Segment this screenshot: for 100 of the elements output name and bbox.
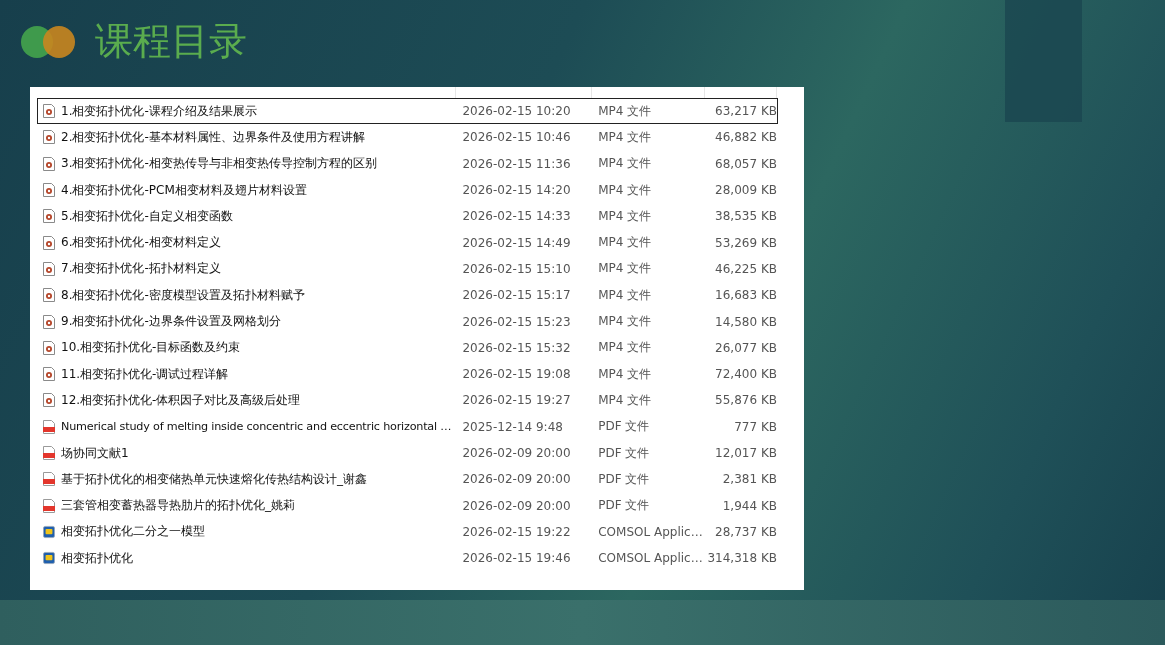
file-type: MP4 文件 xyxy=(597,365,653,383)
modified-date: 2026-02-09 20:00 xyxy=(461,498,572,513)
file-type: MP4 文件 xyxy=(597,128,653,146)
file-type: MP4 文件 xyxy=(597,313,653,330)
file-type: MP4 文件 xyxy=(597,339,653,357)
file-row[interactable]: 8.相变拓扑优化-密度模型设置及拓扑材料赋予 2026-02-15 15:17 MP4 文件 16,683 KB xyxy=(37,282,778,309)
file-name: 3.相变拓扑优化-相变热传导与非相变热传导控制方程的区别 xyxy=(61,155,377,173)
modified-date: 2026-02-15 19:08 xyxy=(461,367,572,382)
file-type: MP4 文件 xyxy=(597,260,653,278)
video-file-icon xyxy=(43,367,55,382)
video-file-icon xyxy=(43,183,55,198)
file-size: 12,017 KB xyxy=(714,446,777,460)
file-size: 46,882 KB xyxy=(714,130,777,145)
video-file-icon xyxy=(43,340,55,355)
file-name: 相变拓扑优化 xyxy=(61,549,133,567)
file-name: 9.相变拓扑优化-边界条件设置及网格划分 xyxy=(61,313,281,330)
video-file-icon xyxy=(43,261,55,276)
file-row[interactable]: 10.相变拓扑优化-目标函数及约束 2026-02-15 15:32 MP4 文件 26,077 KB xyxy=(37,334,778,361)
pdf-file-icon xyxy=(43,446,55,460)
file-row[interactable]: 基于拓扑优化的相变储热单元快速熔化传热结构设计_谢鑫 2026-02-09 20:00 PDF 文件 2,381 KB xyxy=(37,466,778,493)
file-type: PDF 文件 xyxy=(597,470,651,488)
modified-date: 2026-02-15 19:22 xyxy=(461,524,572,539)
file-type: PDF 文件 xyxy=(597,418,651,436)
file-row[interactable]: 4.相变拓扑优化-PCM相变材料及翅片材料设置 2026-02-15 14:20 MP4 文件 28,009 KB xyxy=(37,176,778,204)
application-file-icon xyxy=(43,524,55,539)
file-size: 14,580 KB xyxy=(714,314,777,329)
file-name: Numerical study of melting inside concentric and eccentric horizontal … xyxy=(61,420,452,434)
file-type: MP4 文件 xyxy=(597,286,653,304)
file-size: 28,737 KB xyxy=(714,524,777,539)
file-size: 2,381 KB xyxy=(721,472,777,487)
file-size: 72,400 KB xyxy=(714,367,777,382)
modified-date: 2026-02-15 10:46 xyxy=(461,130,572,145)
file-name: 11.相变拓扑优化-调试过程详解 xyxy=(61,365,229,383)
file-name: 10.相变拓扑优化-目标函数及约束 xyxy=(61,339,241,357)
file-type: PDF 文件 xyxy=(597,497,651,515)
file-size: 1,944 KB xyxy=(721,498,777,513)
file-name: 5.相变拓扑优化-自定义相变函数 xyxy=(61,207,233,225)
slide-title: 课程目录 xyxy=(95,18,247,65)
pdf-file-icon xyxy=(43,472,55,487)
file-type: MP4 文件 xyxy=(597,181,653,199)
file-size: 53,269 KB xyxy=(714,235,777,250)
modified-date: 2026-02-15 15:10 xyxy=(461,261,572,276)
file-size: 68,057 KB xyxy=(714,156,777,171)
file-name: 8.相变拓扑优化-密度模型设置及拓扑材料赋予 xyxy=(61,286,305,304)
file-row[interactable]: 1.相变拓扑优化-课程介绍及结果展示 2026-02-15 10:20 MP4 文件 63,217 KB xyxy=(37,98,778,125)
modified-date: 2026-02-15 14:33 xyxy=(461,209,572,224)
video-file-icon xyxy=(43,235,55,250)
modified-date: 2026-02-09 20:00 xyxy=(461,472,572,487)
file-name: 2.相变拓扑优化-基本材料属性、边界条件及使用方程讲解 xyxy=(61,128,365,146)
modified-date: 2026-02-15 15:23 xyxy=(461,314,572,329)
file-name: 12.相变拓扑优化-体积因子对比及高级后处理 xyxy=(61,391,301,409)
file-type: MP4 文件 xyxy=(597,234,653,252)
file-size: 55,876 KB xyxy=(714,393,777,408)
file-type: PDF 文件 xyxy=(597,444,651,462)
file-row[interactable]: 5.相变拓扑优化-自定义相变函数 2026-02-15 14:33 MP4 文件 38,535 KB xyxy=(37,203,778,230)
file-size: 63,217 KB xyxy=(714,104,777,119)
modified-date: 2026-02-15 10:20 xyxy=(461,104,572,119)
file-name: 三套管相变蓄热器导热肋片的拓扑优化_姚莉 xyxy=(61,497,295,515)
file-type: COMSOL Applic… xyxy=(597,551,704,566)
file-name: 4.相变拓扑优化-PCM相变材料及翅片材料设置 xyxy=(61,181,307,199)
file-row[interactable]: 11.相变拓扑优化-调试过程详解 2026-02-15 19:08 MP4 文件 72,400 KB xyxy=(37,360,778,388)
file-row[interactable]: 3.相变拓扑优化-相变热传导与非相变热传导控制方程的区别 2026-02-15 11:36 MP4 文件 68,057 KB xyxy=(37,150,778,177)
file-name: 场协同文献1 xyxy=(61,444,129,462)
file-type: MP4 文件 xyxy=(597,155,653,173)
file-row[interactable]: 2.相变拓扑优化-基本材料属性、边界条件及使用方程讲解 2026-02-15 10:46 MP4 文件 46,882 KB xyxy=(37,124,778,151)
file-size: 28,009 KB xyxy=(714,183,777,198)
application-file-icon xyxy=(43,551,55,566)
file-row[interactable]: 7.相变拓扑优化-拓扑材料定义 2026-02-15 15:10 MP4 文件 46,225 KB xyxy=(37,255,778,283)
video-file-icon xyxy=(43,288,55,303)
modified-date: 2026-02-15 15:17 xyxy=(461,288,572,303)
modified-date: 2026-02-15 11:36 xyxy=(461,156,572,171)
video-file-icon xyxy=(43,393,55,408)
file-size: 16,683 KB xyxy=(714,288,777,303)
file-row[interactable]: 9.相变拓扑优化-边界条件设置及网格划分 2026-02-15 15:23 MP4 文件 14,580 KB xyxy=(37,308,778,335)
file-size: 46,225 KB xyxy=(714,261,777,276)
file-row[interactable]: 12.相变拓扑优化-体积因子对比及高级后处理 2026-02-15 19:27 MP4 文件 55,876 KB xyxy=(37,387,778,414)
file-type: MP4 文件 xyxy=(597,391,653,409)
modified-date: 2026-02-15 14:20 xyxy=(461,183,572,198)
file-type: MP4 文件 xyxy=(597,102,653,120)
modified-date: 2026-02-09 20:00 xyxy=(461,446,572,460)
file-row[interactable]: 6.相变拓扑优化-相变材料定义 2026-02-15 14:49 MP4 文件 53,269 KB xyxy=(37,229,778,256)
video-file-icon xyxy=(43,130,55,145)
modified-date: 2025-12-14 9:48 xyxy=(461,419,564,434)
modified-date: 2026-02-15 19:46 xyxy=(461,551,572,566)
modified-date: 2026-02-15 15:32 xyxy=(461,340,572,355)
file-size: 38,535 KB xyxy=(714,209,777,224)
file-type: COMSOL Applic… xyxy=(597,524,704,539)
file-name: 6.相变拓扑优化-相变材料定义 xyxy=(61,234,221,252)
file-name: 1.相变拓扑优化-课程介绍及结果展示 xyxy=(61,102,257,120)
file-name: 相变拓扑优化二分之一模型 xyxy=(61,523,205,541)
video-file-icon xyxy=(43,104,55,119)
file-row[interactable]: 相变拓扑优化二分之一模型 2026-02-15 19:22 COMSOL Applic… 28,737 KB xyxy=(37,518,778,546)
file-row[interactable]: 三套管相变蓄热器导热肋片的拓扑优化_姚莉 2026-02-09 20:00 PDF 文件 1,944 KB xyxy=(37,492,778,519)
file-row[interactable]: Numerical study of melting inside concentric and eccentric horizontal … 2025-12-14 9:48 PDF 文件 777 KB xyxy=(37,413,778,440)
file-size: 26,077 KB xyxy=(714,340,777,355)
file-row[interactable]: 相变拓扑优化 2026-02-15 19:46 COMSOL Applic… 314,318 KB xyxy=(37,545,778,572)
file-row[interactable]: 场协同文献1 2026-02-09 20:00 PDF 文件 12,017 KB xyxy=(37,439,778,467)
pdf-file-icon xyxy=(43,498,55,513)
file-size: 314,318 KB xyxy=(706,551,777,566)
file-type: MP4 文件 xyxy=(597,207,653,225)
